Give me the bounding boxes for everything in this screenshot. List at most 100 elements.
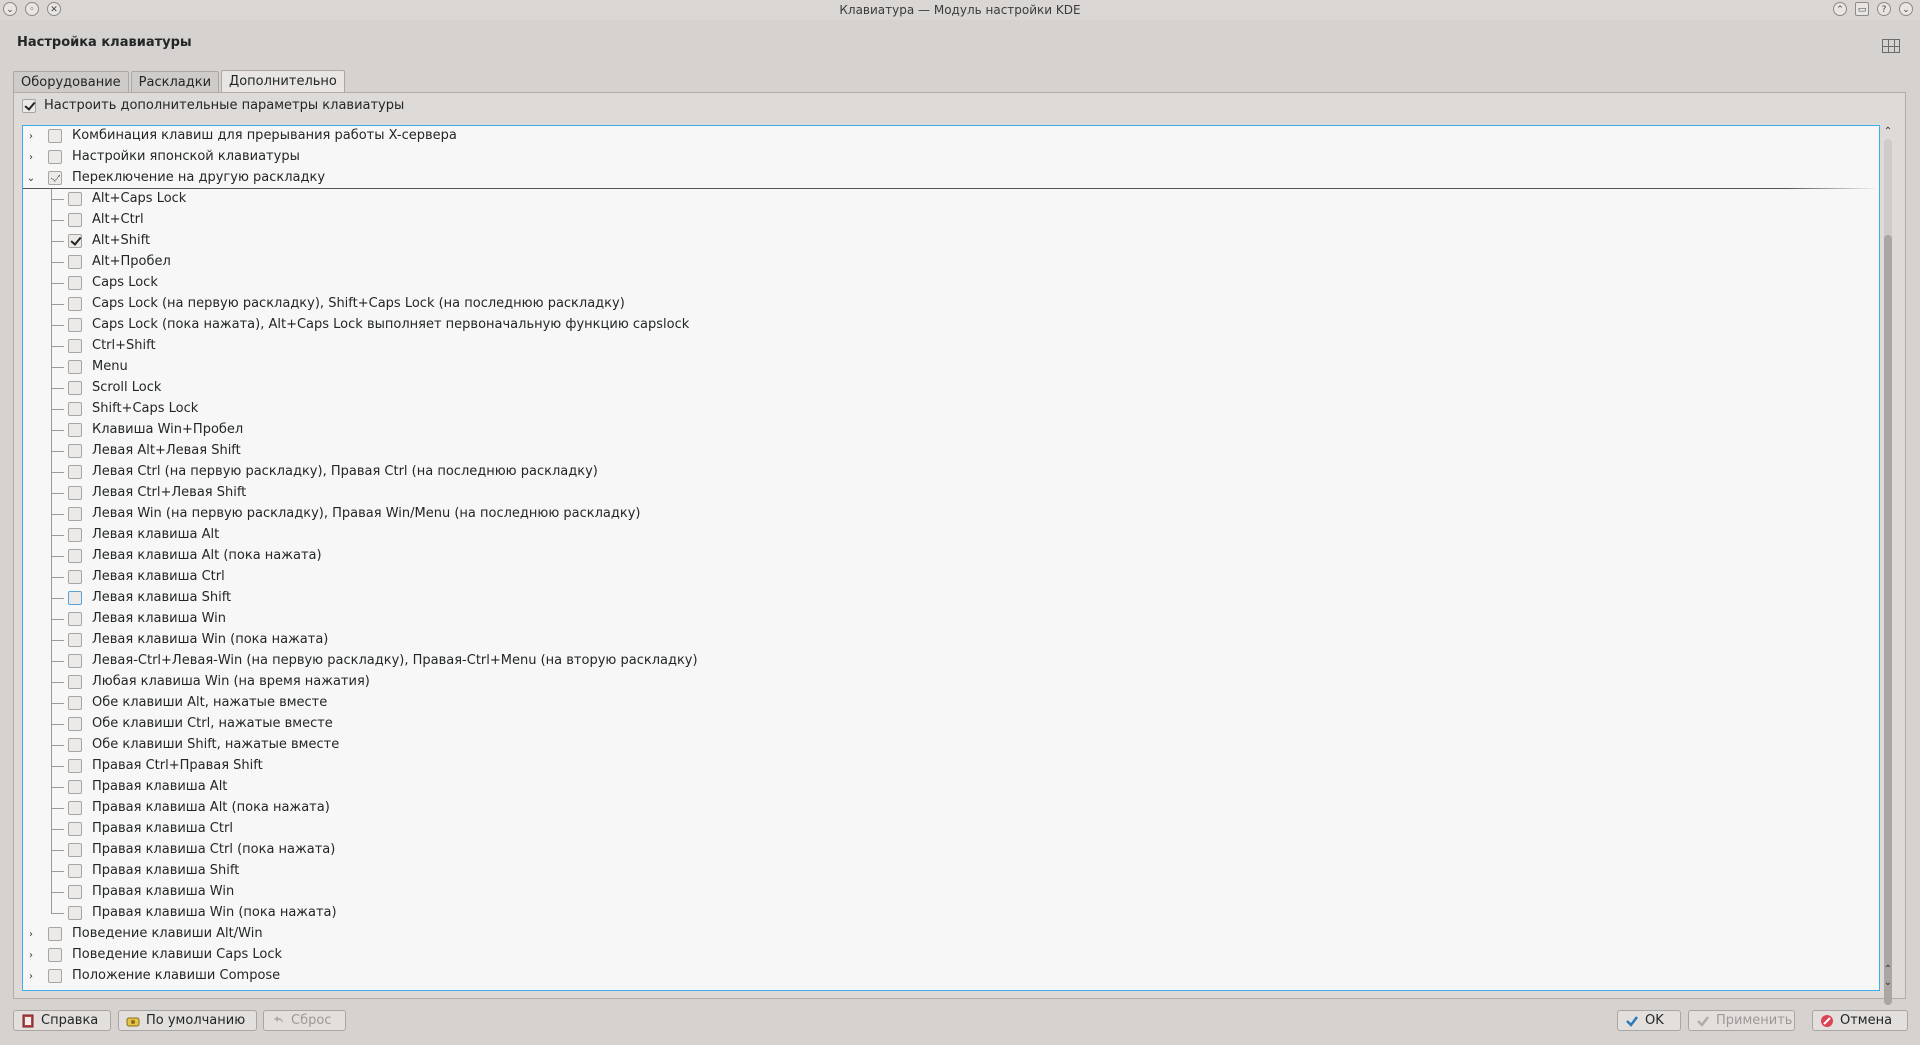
tree-group[interactable]: › Поведение клавиши Alt/Win [23,924,1879,945]
option-checkbox[interactable] [68,318,82,332]
option-checkbox[interactable] [68,822,82,836]
option-checkbox[interactable] [68,381,82,395]
tree-option[interactable]: Правая клавиша Alt (пока нажата) [23,798,1879,819]
tree-option[interactable]: Caps Lock [23,273,1879,294]
option-checkbox[interactable] [68,213,82,227]
tree-option[interactable]: Правая клавиша Alt [23,777,1879,798]
tree-option[interactable]: Правая клавиша Win (пока нажата) [23,903,1879,924]
restore-icon[interactable]: ▭ [1855,2,1869,16]
tree-option[interactable]: Левая Alt+Левая Shift [23,441,1879,462]
option-checkbox[interactable] [68,759,82,773]
option-checkbox[interactable] [68,843,82,857]
help-button[interactable]: Справка [13,1010,111,1031]
tree-option[interactable]: Левая клавиша Win (пока нажата) [23,630,1879,651]
minimize-icon[interactable]: ⌄ [1899,2,1913,16]
collapse-arrow-icon[interactable]: ⌄ [26,173,36,184]
option-checkbox[interactable] [68,570,82,584]
option-checkbox[interactable] [68,192,82,206]
option-checkbox[interactable] [68,696,82,710]
tree-option[interactable]: Правая клавиша Ctrl (пока нажата) [23,840,1879,861]
tab-layouts[interactable]: Раскладки [130,71,220,93]
reset-button[interactable]: Сброс [263,1010,346,1031]
help-icon[interactable]: ? [1877,2,1891,16]
tree-option[interactable]: Любая клавиша Win (на время нажатия) [23,672,1879,693]
option-checkbox[interactable] [48,150,62,164]
option-checkbox[interactable] [48,969,62,983]
option-checkbox[interactable] [68,801,82,815]
option-checkbox[interactable] [68,591,82,605]
tree-option[interactable]: Обе клавиши Alt, нажатые вместе [23,693,1879,714]
option-checkbox[interactable] [68,675,82,689]
option-checkbox[interactable] [68,402,82,416]
option-checkbox[interactable] [68,864,82,878]
tree-option[interactable]: Обе клавиши Ctrl, нажатые вместе [23,714,1879,735]
tree-option[interactable]: Alt+Shift [23,231,1879,252]
expand-arrow-icon[interactable]: › [26,950,36,961]
tree-option[interactable]: Левая Win (на первую раскладку), Правая … [23,504,1879,525]
tab-hardware[interactable]: Оборудование [13,71,129,93]
option-checkbox[interactable] [68,465,82,479]
option-checkbox[interactable] [68,339,82,353]
option-checkbox[interactable] [68,444,82,458]
option-checkbox[interactable] [68,906,82,920]
tree-option[interactable]: Alt+Пробел [23,252,1879,273]
option-checkbox[interactable] [68,255,82,269]
scroll-down-icon[interactable]: ⌄ [1883,978,1893,988]
option-checkbox[interactable] [68,612,82,626]
tree-option[interactable]: Правая клавиша Shift [23,861,1879,882]
apply-button[interactable]: Применить [1688,1010,1795,1031]
tree-option[interactable]: Shift+Caps Lock [23,399,1879,420]
defaults-button[interactable]: По умолчанию [118,1010,257,1031]
tree-group[interactable]: › Настройки японской клавиатуры [23,147,1879,168]
option-checkbox[interactable] [68,654,82,668]
enable-advanced-row[interactable]: Настроить дополнительные параметры клави… [22,98,404,113]
tree-option[interactable]: Ctrl+Shift [23,336,1879,357]
tab-advanced[interactable]: Дополнительно [221,70,345,93]
scroll-up-icon-bottom[interactable]: ⌃ [1883,965,1893,975]
option-checkbox[interactable] [48,129,62,143]
tree-option[interactable]: Правая клавиша Ctrl [23,819,1879,840]
tree-option[interactable]: Левая клавиша Alt [23,525,1879,546]
tree-option[interactable]: Левая клавиша Shift [23,588,1879,609]
option-checkbox[interactable] [68,234,82,248]
option-checkbox[interactable] [68,507,82,521]
tree-option[interactable]: Левая клавиша Ctrl [23,567,1879,588]
tree-option[interactable]: Caps Lock (на первую раскладку), Shift+C… [23,294,1879,315]
option-checkbox[interactable] [68,549,82,563]
shade-icon[interactable]: ⌃ [1833,2,1847,16]
option-checkbox[interactable] [68,528,82,542]
tree-option[interactable]: Menu [23,357,1879,378]
tree-option[interactable]: Caps Lock (пока нажата), Alt+Caps Lock в… [23,315,1879,336]
expand-arrow-icon[interactable]: › [26,929,36,940]
tree-option[interactable]: Scroll Lock [23,378,1879,399]
tree-option[interactable]: Клавиша Win+Пробел [23,420,1879,441]
enable-advanced-checkbox[interactable] [22,98,36,113]
expand-arrow-icon[interactable]: › [26,152,36,163]
option-checkbox[interactable] [68,780,82,794]
option-checkbox[interactable] [68,276,82,290]
option-checkbox[interactable] [48,948,62,962]
view-grid-icon[interactable] [1882,39,1900,53]
cancel-button[interactable]: Отмена [1812,1010,1908,1031]
scroll-up-icon[interactable]: ⌃ [1883,127,1893,137]
tree-option[interactable]: Alt+Caps Lock [23,189,1879,210]
tree-option[interactable]: Левая клавиша Win [23,609,1879,630]
tree-option[interactable]: Правая клавиша Win [23,882,1879,903]
tree-option[interactable]: Левая-Ctrl+Левая-Win (на первую раскладк… [23,651,1879,672]
tree-group[interactable]: › Комбинация клавиш для прерывания работы… [23,126,1879,147]
tree-option[interactable]: Левая Ctrl+Левая Shift [23,483,1879,504]
ok-button[interactable]: OK [1617,1010,1681,1031]
option-checkbox[interactable] [68,423,82,437]
options-tree[interactable]: › Комбинация клавиш для прерывания работы… [22,125,1880,991]
option-checkbox[interactable] [48,171,62,185]
option-checkbox[interactable] [68,360,82,374]
scrollbar-thumb[interactable] [1884,235,1892,1005]
expand-arrow-icon[interactable]: › [26,131,36,142]
tree-option[interactable]: Правая Ctrl+Правая Shift [23,756,1879,777]
tree-option[interactable]: Alt+Ctrl [23,210,1879,231]
tree-option[interactable]: Левая Ctrl (на первую раскладку), Правая… [23,462,1879,483]
tree-option[interactable]: Обе клавиши Shift, нажатые вместе [23,735,1879,756]
option-checkbox[interactable] [68,297,82,311]
option-checkbox[interactable] [68,486,82,500]
expand-arrow-icon[interactable]: › [26,971,36,982]
